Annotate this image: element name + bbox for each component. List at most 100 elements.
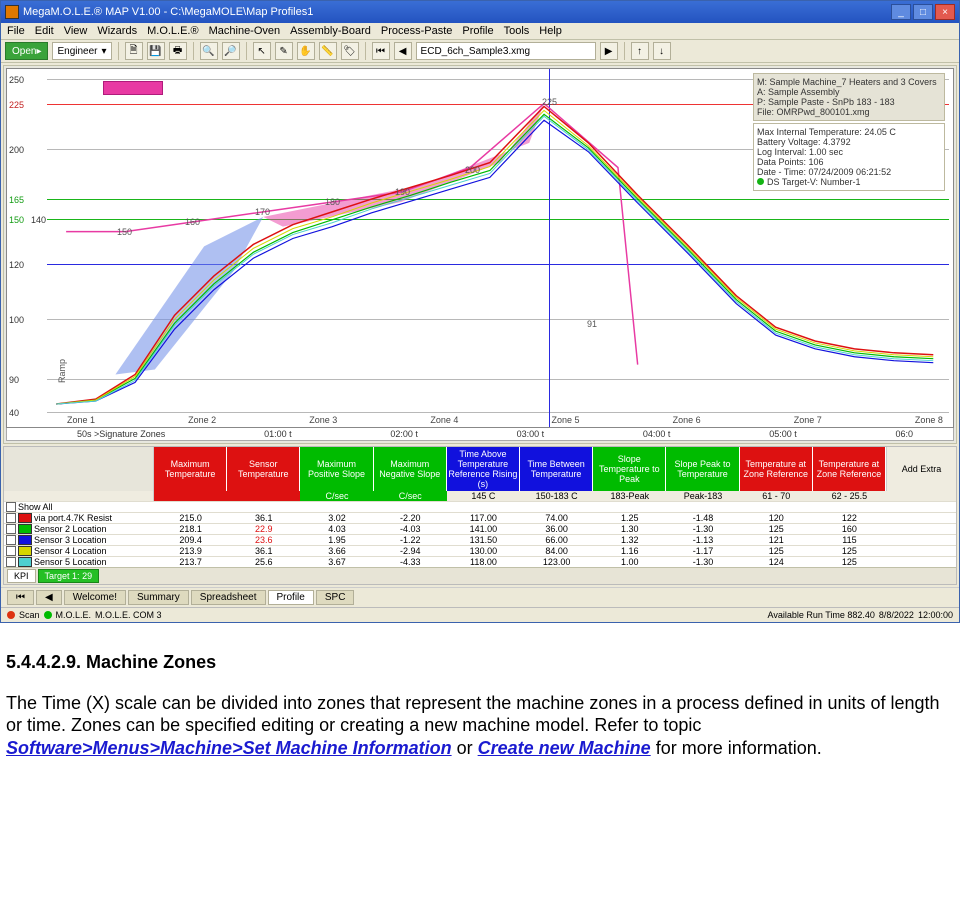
menu-profile[interactable]: Profile [462,25,493,37]
measure-icon[interactable]: 📏 [319,42,337,60]
menu-help[interactable]: Help [539,25,562,37]
row-checkbox[interactable] [6,557,16,567]
cell: 160 [813,524,886,534]
col-time-between[interactable]: Time Between Temperature [520,447,593,491]
zoom-in-icon[interactable]: 🔍 [200,42,218,60]
col-time-above[interactable]: Time Above Temperature Reference Rising … [447,447,520,491]
tab-welcome[interactable]: Welcome! [64,590,126,605]
y-tick: 225 [9,100,24,110]
sp-label: 170 [255,207,270,217]
col-tz1[interactable]: Temperature at Zone Reference [740,447,813,491]
add-extra-button[interactable]: Add Extra [886,447,956,491]
cell: -1.30 [666,557,739,567]
cell: 125 [740,524,813,534]
col-tz2[interactable]: Temperature at Zone Reference [813,447,886,491]
cell: 1.00 [593,557,666,567]
col-slope-to-peak[interactable]: Slope Temperature to Peak [593,447,666,491]
cell: 84.00 [520,546,593,556]
tab-target[interactable]: Target 1: 29 [38,569,100,583]
menu-tools[interactable]: Tools [504,25,530,37]
col-max-temp[interactable]: Maximum Temperature [154,447,227,491]
cell: 131.50 [447,535,520,545]
nav-prev-icon[interactable]: ◀ [36,590,62,605]
status-runtime: Available Run Time 882.40 [768,610,875,620]
info-datetime: Date - Time: 07/24/2009 06:21:52 [757,167,941,177]
tag-icon[interactable]: 🏷 [341,42,359,60]
cell: 218.1 [154,524,227,534]
save-icon[interactable]: 💾 [147,42,165,60]
doc-body: 5.4.4.2.9. Machine Zones The Time (X) sc… [0,623,960,765]
menu-view[interactable]: View [64,25,88,37]
info-battery: Battery Voltage: 4.3792 [757,137,941,147]
tab-summary[interactable]: Summary [128,590,189,605]
link-set-machine-info[interactable]: Software>Menus>Machine>Set Machine Infor… [6,738,452,758]
link-create-new-machine[interactable]: Create new Machine [478,738,651,758]
nav-first-icon[interactable]: ⏮ [372,42,390,60]
info-points: Data Points: 106 [757,157,941,167]
row-checkbox[interactable] [6,513,16,523]
row-checkbox[interactable] [6,524,16,534]
file-combo[interactable]: ECD_6ch_Sample3.xmg [416,42,596,60]
col-slope-peak[interactable]: Slope Peak to Temperature [666,447,739,491]
window-title: MegaM.O.L.E.® MAP V1.00 - C:\MegaMOLE\Ma… [23,6,313,18]
profile-chart[interactable]: 250 225 200 165 150 140 120 100 90 40 [6,68,954,428]
hand-icon[interactable]: ✋ [297,42,315,60]
show-all-checkbox[interactable] [6,502,16,512]
menu-file[interactable]: File [7,25,25,37]
color-chip [18,524,32,534]
zone-label: Zone 5 [552,415,580,425]
menu-wizards[interactable]: Wizards [97,25,137,37]
titlebar: MegaM.O.L.E.® MAP V1.00 - C:\MegaMOLE\Ma… [1,1,959,23]
minimize-button[interactable]: _ [891,4,911,20]
col-neg-slope[interactable]: Maximum Negative Slope [374,447,447,491]
menu-machine[interactable]: Machine-Oven [209,25,281,37]
cell: -2.94 [374,546,447,556]
file-combo-value: ECD_6ch_Sample3.xmg [421,46,531,57]
cell: 125 [740,546,813,556]
cursor-line[interactable] [549,69,550,427]
nav-prev-icon[interactable]: ◀ [394,42,412,60]
nav-next-icon[interactable]: ▶ [600,42,618,60]
zoom-out-icon[interactable]: 🔎 [222,42,240,60]
cell: 22.9 [227,524,300,534]
close-button[interactable]: × [935,4,955,20]
new-icon[interactable]: 🗎 [125,42,143,60]
cell: 120 [740,513,813,523]
zone-labels: Zone 1 Zone 2 Zone 3 Zone 4 Zone 5 Zone … [67,415,943,425]
table-row: Sensor 5 Location213.725.63.67-4.33118.0… [4,556,956,567]
tab-spreadsheet[interactable]: Spreadsheet [191,590,266,605]
cell: 122 [813,513,886,523]
cell: 117.00 [447,513,520,523]
down-arrow-icon[interactable]: ↓ [653,42,671,60]
maximize-button[interactable]: □ [913,4,933,20]
note-icon[interactable]: ✎ [275,42,293,60]
row-checkbox[interactable] [6,535,16,545]
menu-edit[interactable]: Edit [35,25,54,37]
role-combo[interactable]: Engineer ▾ [52,42,111,60]
col-sensor-temp[interactable]: Sensor Temperature [227,447,300,491]
row-label: Sensor 4 Location [34,546,107,556]
row-checkbox[interactable] [6,546,16,556]
y-tick: 250 [9,75,24,85]
y-tick: 165 [9,195,24,205]
tab-kpi[interactable]: KPI [7,569,36,583]
cursor-icon[interactable]: ↖ [253,42,271,60]
menu-mole[interactable]: M.O.L.E.® [147,25,199,37]
ramp-label: Ramp [57,359,67,383]
cell: -1.48 [666,513,739,523]
menu-process[interactable]: Process-Paste [381,25,453,37]
nav-first-icon[interactable]: ⏮ [7,590,34,605]
app-window: MegaM.O.L.E.® MAP V1.00 - C:\MegaMOLE\Ma… [0,0,960,623]
table-row: via port.4.7K Resist215.036.13.02-2.2011… [4,512,956,523]
info-machine: M: Sample Machine_7 Heaters and 3 Covers [757,77,941,87]
col-pos-slope[interactable]: Maximum Positive Slope [300,447,373,491]
y-tick: 90 [9,375,19,385]
tab-spc[interactable]: SPC [316,590,355,605]
menu-assembly[interactable]: Assembly-Board [290,25,371,37]
speed-tag[interactable] [103,81,163,95]
tab-profile[interactable]: Profile [268,590,314,605]
print-icon[interactable]: 🖶 [169,42,187,60]
zone-label: Zone 8 [915,415,943,425]
up-arrow-icon[interactable]: ↑ [631,42,649,60]
open-button[interactable]: Open▸ [5,42,48,60]
